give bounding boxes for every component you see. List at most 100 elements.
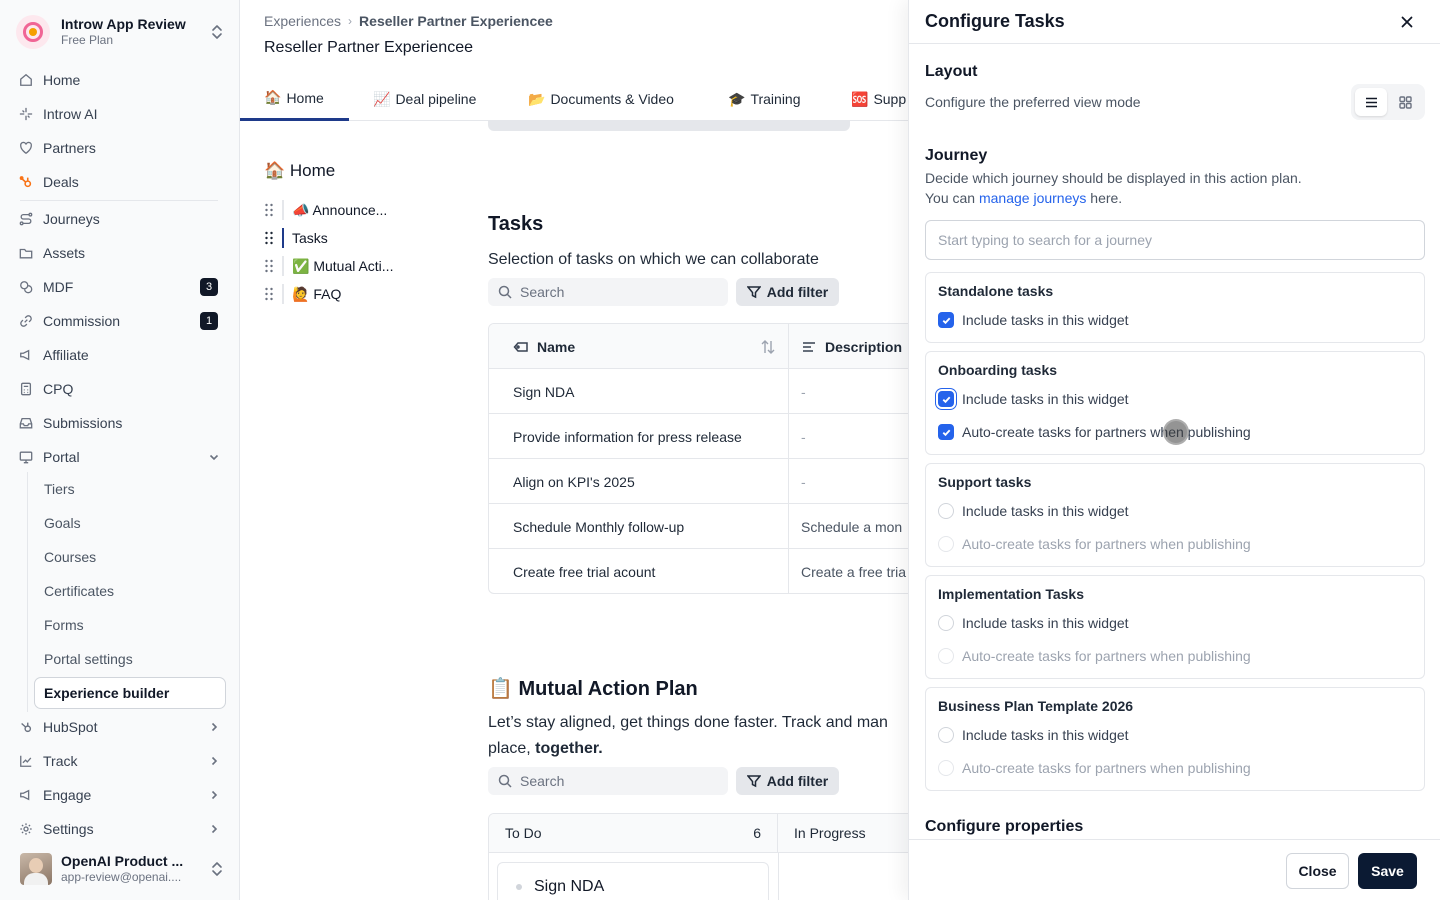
sort-icon[interactable]	[760, 339, 776, 355]
sidebar-item-cpq[interactable]: CPQ	[18, 374, 226, 404]
close-icon[interactable]	[1399, 14, 1415, 30]
checkbox-label: Auto-create tasks for partners when publ…	[962, 536, 1251, 552]
filter-icon	[746, 286, 761, 299]
sidebar-sub-tiers[interactable]: Tiers	[44, 474, 75, 504]
grid-view-button[interactable]	[1389, 88, 1421, 116]
sidebar-sub-goals[interactable]: Goals	[44, 508, 81, 538]
sidebar-sub-courses[interactable]: Courses	[44, 542, 96, 572]
sidebar-sub-portal-settings[interactable]: Portal settings	[44, 644, 133, 674]
layout-description: Configure the preferred view mode	[925, 94, 1141, 110]
drag-handle-icon[interactable]	[264, 203, 274, 217]
check-icon	[942, 396, 950, 403]
tree-item-mutual-action[interactable]: ✅ Mutual Acti...	[264, 254, 393, 278]
business-plan-autocreate-row: Auto-create tasks for partners when publ…	[938, 758, 1251, 778]
breadcrumb-root[interactable]: Experiences	[264, 13, 341, 29]
tree-item-tasks[interactable]: Tasks	[264, 226, 328, 250]
tasks-search-input[interactable]: Search	[488, 278, 728, 306]
sidebar-item-track[interactable]: Track	[18, 746, 226, 776]
drag-handle-icon[interactable]	[264, 259, 274, 273]
tree-indicator	[282, 256, 284, 276]
sidebar-item-partners[interactable]: Partners	[18, 133, 226, 163]
sidebar-item-commission[interactable]: Commission 1	[18, 306, 226, 336]
manage-journeys-link[interactable]: manage journeys	[979, 190, 1086, 206]
sidebar-item-affiliate[interactable]: Affiliate	[18, 340, 226, 370]
column-description[interactable]: Description	[801, 324, 902, 369]
map-search-input[interactable]: Search	[488, 767, 728, 795]
monitor-icon	[18, 449, 34, 465]
link-icon	[18, 313, 34, 329]
sidebar-item-journeys[interactable]: Journeys	[18, 204, 226, 234]
list-view-button[interactable]	[1355, 88, 1387, 116]
support-include-row[interactable]: Include tasks in this widget	[938, 501, 1129, 521]
standalone-include-row[interactable]: Include tasks in this widget	[938, 310, 1129, 330]
tree-item-announcements[interactable]: 📣 Announce...	[264, 198, 387, 222]
commission-count-badge: 1	[200, 312, 218, 330]
table-row[interactable]: Schedule Monthly follow-up Schedule a mon	[489, 504, 908, 549]
table-row[interactable]: Provide information for press release -	[489, 414, 908, 459]
chevron-right-icon	[211, 824, 218, 834]
sidebar-item-settings[interactable]: Settings	[18, 814, 226, 844]
close-button[interactable]: Close	[1286, 853, 1349, 889]
support-include-checkbox[interactable]	[938, 503, 954, 519]
column-divider	[788, 324, 789, 593]
sidebar-item-portal[interactable]: Portal	[18, 442, 226, 472]
handshake-icon	[18, 140, 34, 156]
tab-support[interactable]: 🆘 Supp	[851, 77, 906, 121]
standalone-include-checkbox[interactable]	[938, 312, 954, 328]
kanban-card[interactable]: Sign NDA	[497, 862, 769, 900]
onboarding-include-row[interactable]: Include tasks in this widget	[938, 389, 1129, 409]
configure-tasks-panel: Configure Tasks Layout Configure the pre…	[908, 0, 1440, 900]
business-plan-include-row[interactable]: Include tasks in this widget	[938, 725, 1129, 745]
workspace-switcher[interactable]: Introw App Review Free Plan	[16, 10, 224, 54]
sidebar-item-mdf[interactable]: MDF 3	[18, 272, 226, 302]
table-row[interactable]: Align on KPI's 2025 -	[489, 459, 908, 504]
tab-training[interactable]: 🎓 Training	[728, 77, 801, 121]
column-name[interactable]: Name	[513, 324, 575, 369]
sidebar-sub-experience-builder[interactable]: Experience builder	[34, 677, 226, 709]
check-icon	[942, 317, 950, 324]
onboarding-autocreate-checkbox[interactable]	[938, 424, 954, 440]
business-plan-include-checkbox[interactable]	[938, 727, 954, 743]
kanban-board: To Do 6 In Progress Sign NDA	[488, 813, 908, 900]
checkbox-label: Auto-create tasks for partners when publ…	[962, 424, 1251, 440]
drag-handle-icon[interactable]	[264, 231, 274, 245]
sidebar-item-engage[interactable]: Engage	[18, 780, 226, 810]
sidebar-sub-forms[interactable]: Forms	[44, 610, 84, 640]
column-label: Description	[825, 338, 903, 355]
chevron-up-down-icon	[212, 25, 222, 39]
tasks-add-filter-button[interactable]: Add filter	[736, 278, 839, 306]
sidebar-item-home[interactable]: Home	[18, 65, 226, 95]
chart-icon: 📈	[373, 90, 391, 107]
save-button[interactable]: Save	[1358, 853, 1417, 889]
sidebar-item-label: Assets	[43, 245, 86, 261]
sidebar-item-submissions[interactable]: Submissions	[18, 408, 226, 438]
map-add-filter-button[interactable]: Add filter	[736, 767, 839, 795]
sidebar-sub-certificates[interactable]: Certificates	[44, 576, 114, 606]
sidebar-item-label: HubSpot	[43, 719, 98, 735]
sidebar-item-introw-ai[interactable]: Introw AI	[18, 99, 226, 129]
tab-home[interactable]: 🏠 Home	[240, 77, 349, 121]
onboarding-autocreate-row[interactable]: Auto-create tasks for partners when publ…	[938, 422, 1251, 442]
map-description-line2: place, together.	[488, 736, 603, 762]
filter-label: Add filter	[766, 284, 829, 300]
graduation-cap-icon: 🎓	[728, 90, 746, 107]
user-name: OpenAI Product ...	[61, 853, 184, 869]
tab-deal-pipeline[interactable]: 📈 Deal pipeline	[373, 77, 476, 121]
table-row[interactable]: Sign NDA -	[489, 369, 908, 414]
card-title: Onboarding tasks	[938, 362, 1058, 378]
tree-item-faq[interactable]: 🙋 FAQ	[264, 282, 341, 306]
onboarding-include-checkbox[interactable]	[938, 391, 954, 407]
implementation-include-row[interactable]: Include tasks in this widget	[938, 613, 1129, 633]
drag-handle-icon[interactable]	[264, 287, 274, 301]
sidebar-item-deals[interactable]: Deals	[18, 167, 226, 197]
table-row[interactable]: Create free trial acount Create a free tr…	[489, 549, 908, 593]
tab-label: Supp	[873, 91, 907, 107]
cell-description: Schedule a mon	[801, 518, 903, 535]
tab-documents-video[interactable]: 📂 Documents & Video	[528, 77, 674, 121]
user-menu[interactable]: OpenAI Product ... app-review@openai....	[20, 852, 224, 886]
sidebar-item-hubspot[interactable]: HubSpot	[18, 712, 226, 742]
sidebar-item-assets[interactable]: Assets	[18, 238, 226, 268]
implementation-include-checkbox[interactable]	[938, 615, 954, 631]
tree-indicator	[282, 284, 284, 304]
journey-search-input[interactable]	[925, 220, 1425, 260]
